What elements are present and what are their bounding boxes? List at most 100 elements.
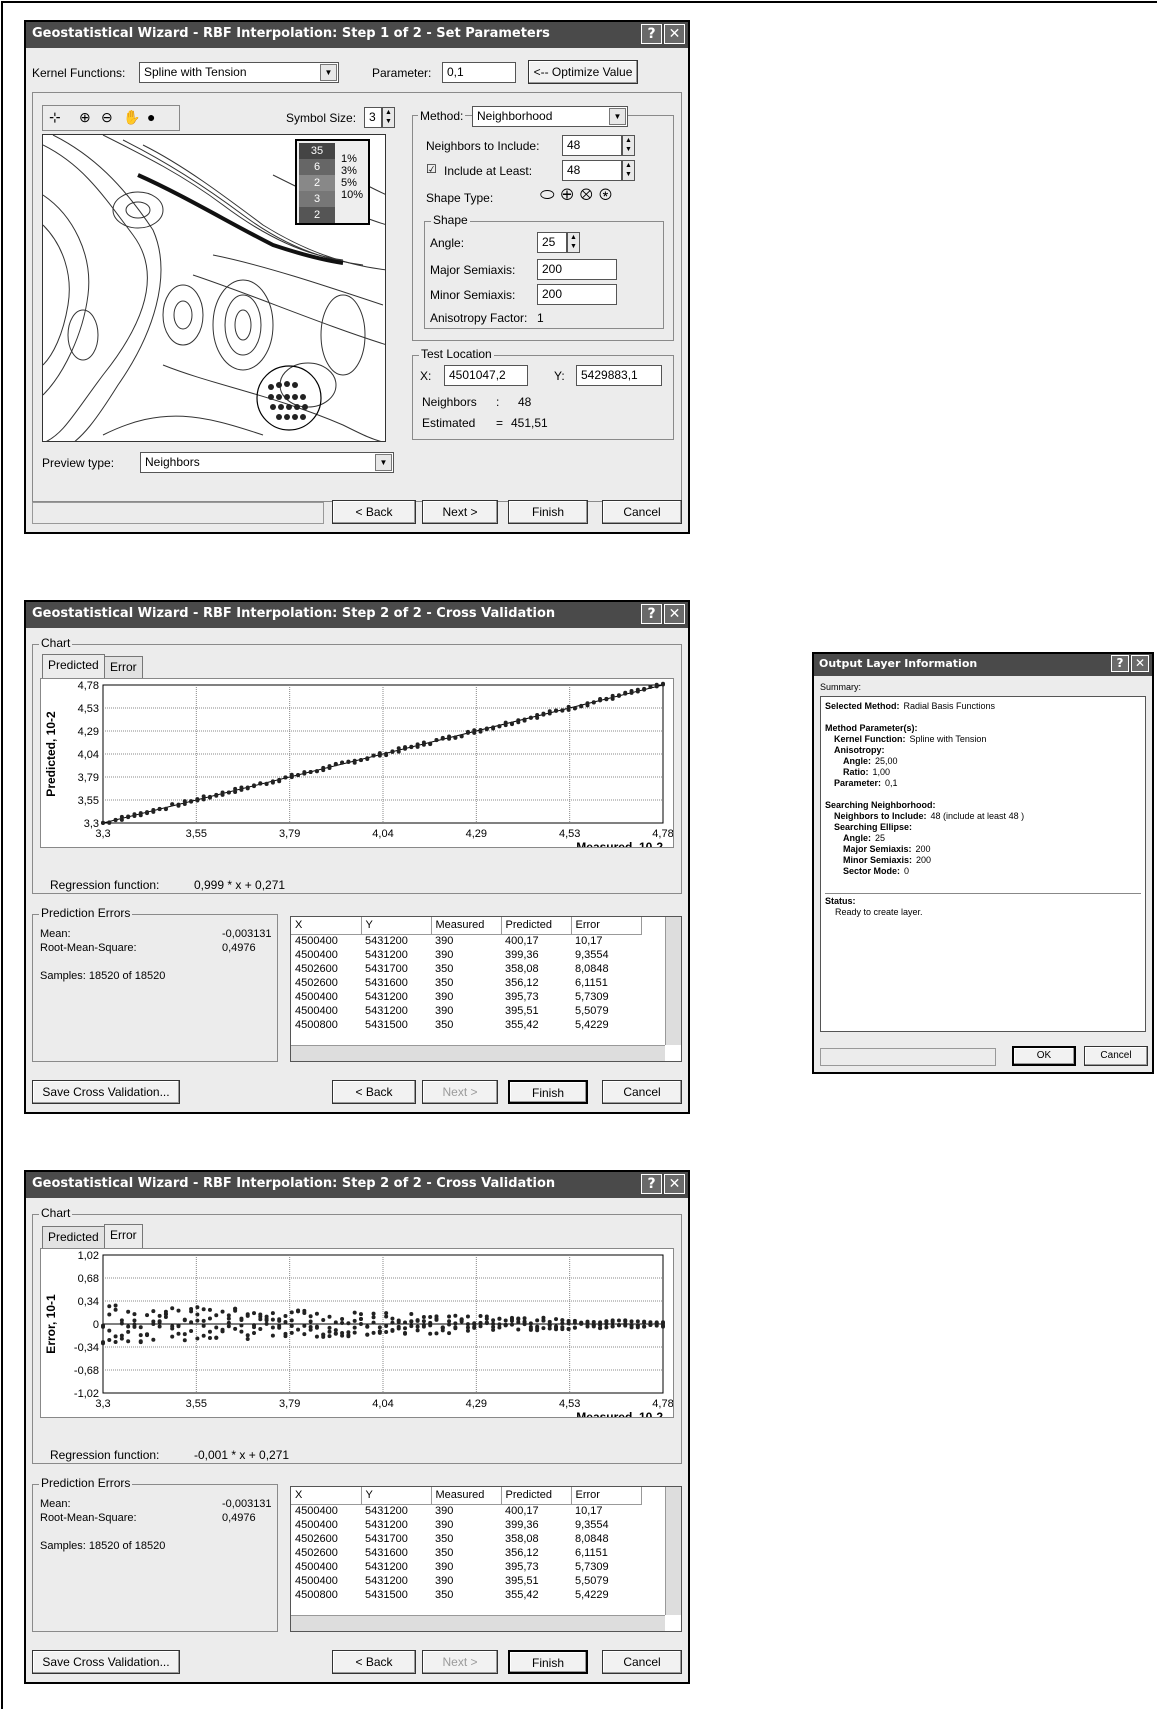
help-button[interactable]: ?	[641, 24, 662, 44]
anisotropy-value: 1	[537, 311, 544, 325]
ok-button[interactable]: OK	[1012, 1046, 1076, 1066]
table-row[interactable]: 4500400 5431200 390 399,36 9,3554	[291, 1518, 641, 1532]
crosshair-icon[interactable]: ⊹	[49, 109, 61, 126]
table-row[interactable]: 4502600 5431600 350 356,12 6,1151	[291, 1546, 641, 1560]
column-header[interactable]: Predicted	[501, 1487, 572, 1505]
column-header[interactable]: Predicted	[501, 917, 572, 935]
include-checkbox[interactable]: ☑	[426, 162, 437, 176]
help-button[interactable]: ?	[641, 1174, 662, 1194]
column-header[interactable]: Y	[361, 917, 432, 935]
column-header[interactable]: X	[291, 917, 362, 935]
zoom-in-icon[interactable]: ⊕	[79, 109, 91, 126]
data-point	[384, 751, 389, 756]
symbol-size-spinner[interactable]: ▲ ▼	[382, 107, 395, 128]
y-tick-label: 0	[93, 1319, 99, 1331]
close-button[interactable]: ✕	[664, 604, 685, 624]
x-input[interactable]: 4501047,2	[444, 365, 528, 386]
ellipse-icon[interactable]: ⬭	[540, 185, 561, 204]
close-button[interactable]: ✕	[1131, 655, 1149, 672]
cancel-button[interactable]: Cancel	[602, 1080, 682, 1104]
column-header[interactable]: Error	[571, 917, 642, 935]
horizontal-scrollbar[interactable]	[291, 1615, 665, 1631]
eight-sector-icon[interactable]: ⊛	[599, 185, 618, 204]
include-input[interactable]: 48	[562, 160, 622, 181]
column-header[interactable]: X	[291, 1487, 362, 1505]
next-button[interactable]: Next >	[422, 500, 498, 524]
help-button[interactable]: ?	[641, 604, 662, 624]
y-input[interactable]: 5429883,1	[576, 365, 662, 386]
method-select[interactable]: Neighborhood ▼	[472, 106, 628, 127]
table-row[interactable]: 4500400 5431200 390 395,51 5,5079	[291, 1004, 641, 1018]
table-row[interactable]: 4502600 5431600 350 356,12 6,1151	[291, 976, 641, 990]
data-point	[409, 745, 414, 750]
close-button[interactable]: ✕	[664, 24, 685, 44]
data-point	[170, 1334, 175, 1339]
x-tick-label: 4,04	[372, 1398, 393, 1410]
map-preview[interactable]: 35 6 2 3 2 1% 3% 5% 10%	[42, 134, 386, 442]
four-sector-icon[interactable]: ⊕	[561, 185, 580, 204]
data-point	[371, 1311, 376, 1316]
table-row[interactable]: 4500800 5431500 350 355,42 5,4229	[291, 1018, 641, 1032]
save-cross-validation-button[interactable]: Save Cross Validation...	[32, 1080, 180, 1104]
finish-button[interactable]: Finish	[508, 1650, 588, 1674]
tab-predicted[interactable]: Predicted	[42, 654, 105, 678]
include-spinner[interactable]: ▲ ▼	[622, 160, 635, 181]
neighbors-input[interactable]: 48	[562, 135, 622, 156]
horizontal-scrollbar[interactable]	[291, 1045, 665, 1061]
table-cell: 350	[435, 1019, 454, 1031]
cancel-button[interactable]: Cancel	[602, 1650, 682, 1674]
cross-validation-table[interactable]: X Y Measured Predicted Error 4500400 5431200 39…	[290, 916, 682, 1062]
table-row[interactable]: 4500400 5431200 390 395,73 5,7309	[291, 990, 641, 1004]
optimize-value-button[interactable]: <-- Optimize Value	[528, 60, 638, 84]
back-button[interactable]: < Back	[332, 1650, 416, 1674]
angle-spinner[interactable]: ▲ ▼	[567, 232, 580, 253]
parameter-input[interactable]: 0,1	[442, 62, 516, 83]
globe-icon[interactable]: ●	[147, 109, 155, 125]
angle-input[interactable]: 25	[537, 232, 567, 253]
back-button[interactable]: < Back	[332, 500, 416, 524]
next-button[interactable]: Next >	[422, 1080, 498, 1104]
tab-error[interactable]: Error	[104, 656, 143, 678]
column-header[interactable]: Measured	[431, 1487, 502, 1505]
table-cell: 399,36	[505, 1519, 539, 1531]
tab-error[interactable]: Error	[104, 1224, 143, 1248]
table-row[interactable]: 4502600 5431700 350 358,08 8,0848	[291, 1532, 641, 1546]
table-row[interactable]: 4502600 5431700 350 358,08 8,0848	[291, 962, 641, 976]
rms-value: 0,4976	[222, 942, 256, 954]
table-row[interactable]: 4500400 5431200 390 400,17 10,17	[291, 1504, 641, 1518]
column-header[interactable]: Y	[361, 1487, 432, 1505]
table-row[interactable]: 4500800 5431500 350 355,42 5,4229	[291, 1588, 641, 1602]
neighbors-spinner[interactable]: ▲ ▼	[622, 135, 635, 156]
finish-button[interactable]: Finish	[508, 1080, 588, 1104]
table-row[interactable]: 4500400 5431200 390 399,36 9,3554	[291, 948, 641, 962]
cancel-button[interactable]: Cancel	[602, 500, 682, 524]
symbol-size-input[interactable]: 3	[364, 107, 382, 128]
table-row[interactable]: 4500400 5431200 390 395,73 5,7309	[291, 1560, 641, 1574]
kernel-select[interactable]: Spline with Tension ▼	[139, 62, 339, 83]
vertical-scrollbar[interactable]	[665, 1487, 681, 1615]
preview-type-select[interactable]: Neighbors ▼	[140, 452, 394, 473]
data-point	[403, 745, 408, 750]
next-button[interactable]: Next >	[422, 1650, 498, 1674]
minor-semiaxis-input[interactable]: 200	[537, 284, 617, 305]
vertical-scrollbar[interactable]	[665, 917, 681, 1045]
table-cell: 4502600	[295, 1547, 338, 1559]
pan-icon[interactable]: ✋	[123, 109, 140, 126]
column-header[interactable]: Error	[571, 1487, 642, 1505]
major-semiaxis-input[interactable]: 200	[537, 259, 617, 280]
back-button[interactable]: < Back	[332, 1080, 416, 1104]
table-row[interactable]: 4500400 5431200 390 400,17 10,17	[291, 934, 641, 948]
cancel-button[interactable]: Cancel	[1084, 1046, 1148, 1066]
help-button[interactable]: ?	[1111, 655, 1129, 672]
tab-predicted[interactable]: Predicted	[42, 1226, 105, 1248]
column-header[interactable]: Measured	[431, 917, 502, 935]
data-point	[491, 1318, 496, 1323]
save-cross-validation-button[interactable]: Save Cross Validation...	[32, 1650, 180, 1674]
cross-validation-table[interactable]: X Y Measured Predicted Error 4500400 5431200 39…	[290, 1486, 682, 1632]
four-sector-shifted-icon[interactable]: ⊗	[580, 185, 599, 204]
table-row[interactable]: 4500400 5431200 390 395,51 5,5079	[291, 1574, 641, 1588]
finish-button[interactable]: Finish	[508, 500, 588, 524]
summary-box: Selected Method: Radial Basis Functions Me…	[820, 696, 1146, 1032]
close-button[interactable]: ✕	[664, 1174, 685, 1194]
zoom-out-icon[interactable]: ⊖	[101, 109, 113, 126]
